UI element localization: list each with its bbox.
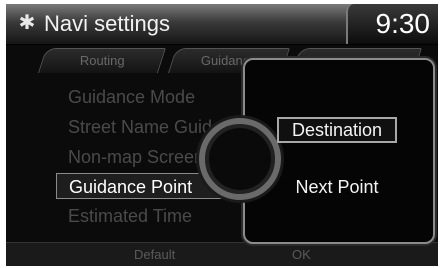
tab-routing-label: Routing <box>79 53 125 68</box>
default-button[interactable]: Default <box>134 243 175 266</box>
list-item-estimated-time[interactable]: Estimated Time <box>56 203 246 229</box>
option-next-point[interactable]: Next Point <box>277 174 397 200</box>
tab-routing[interactable]: Routing <box>37 48 167 73</box>
ok-button[interactable]: OK <box>292 243 311 266</box>
navi-settings-screen: ✱ Navi settings 9:30 Routing Guidance Gu… <box>6 4 438 266</box>
selector-knob-icon <box>199 118 281 200</box>
option-destination[interactable]: Destination <box>277 117 397 143</box>
clock-tab: 9:30 <box>346 4 438 44</box>
clock: 9:30 <box>375 8 431 39</box>
header-bar: ✱ Navi settings 9:30 <box>6 4 438 45</box>
bottom-bar: Default OK <box>6 242 438 266</box>
page-title: Navi settings <box>44 11 170 36</box>
list-item-guidance-mode[interactable]: Guidance Mode <box>56 84 246 110</box>
gear-icon: ✱ <box>18 12 36 34</box>
guidance-point-popup: Destination Next Point <box>199 58 435 244</box>
